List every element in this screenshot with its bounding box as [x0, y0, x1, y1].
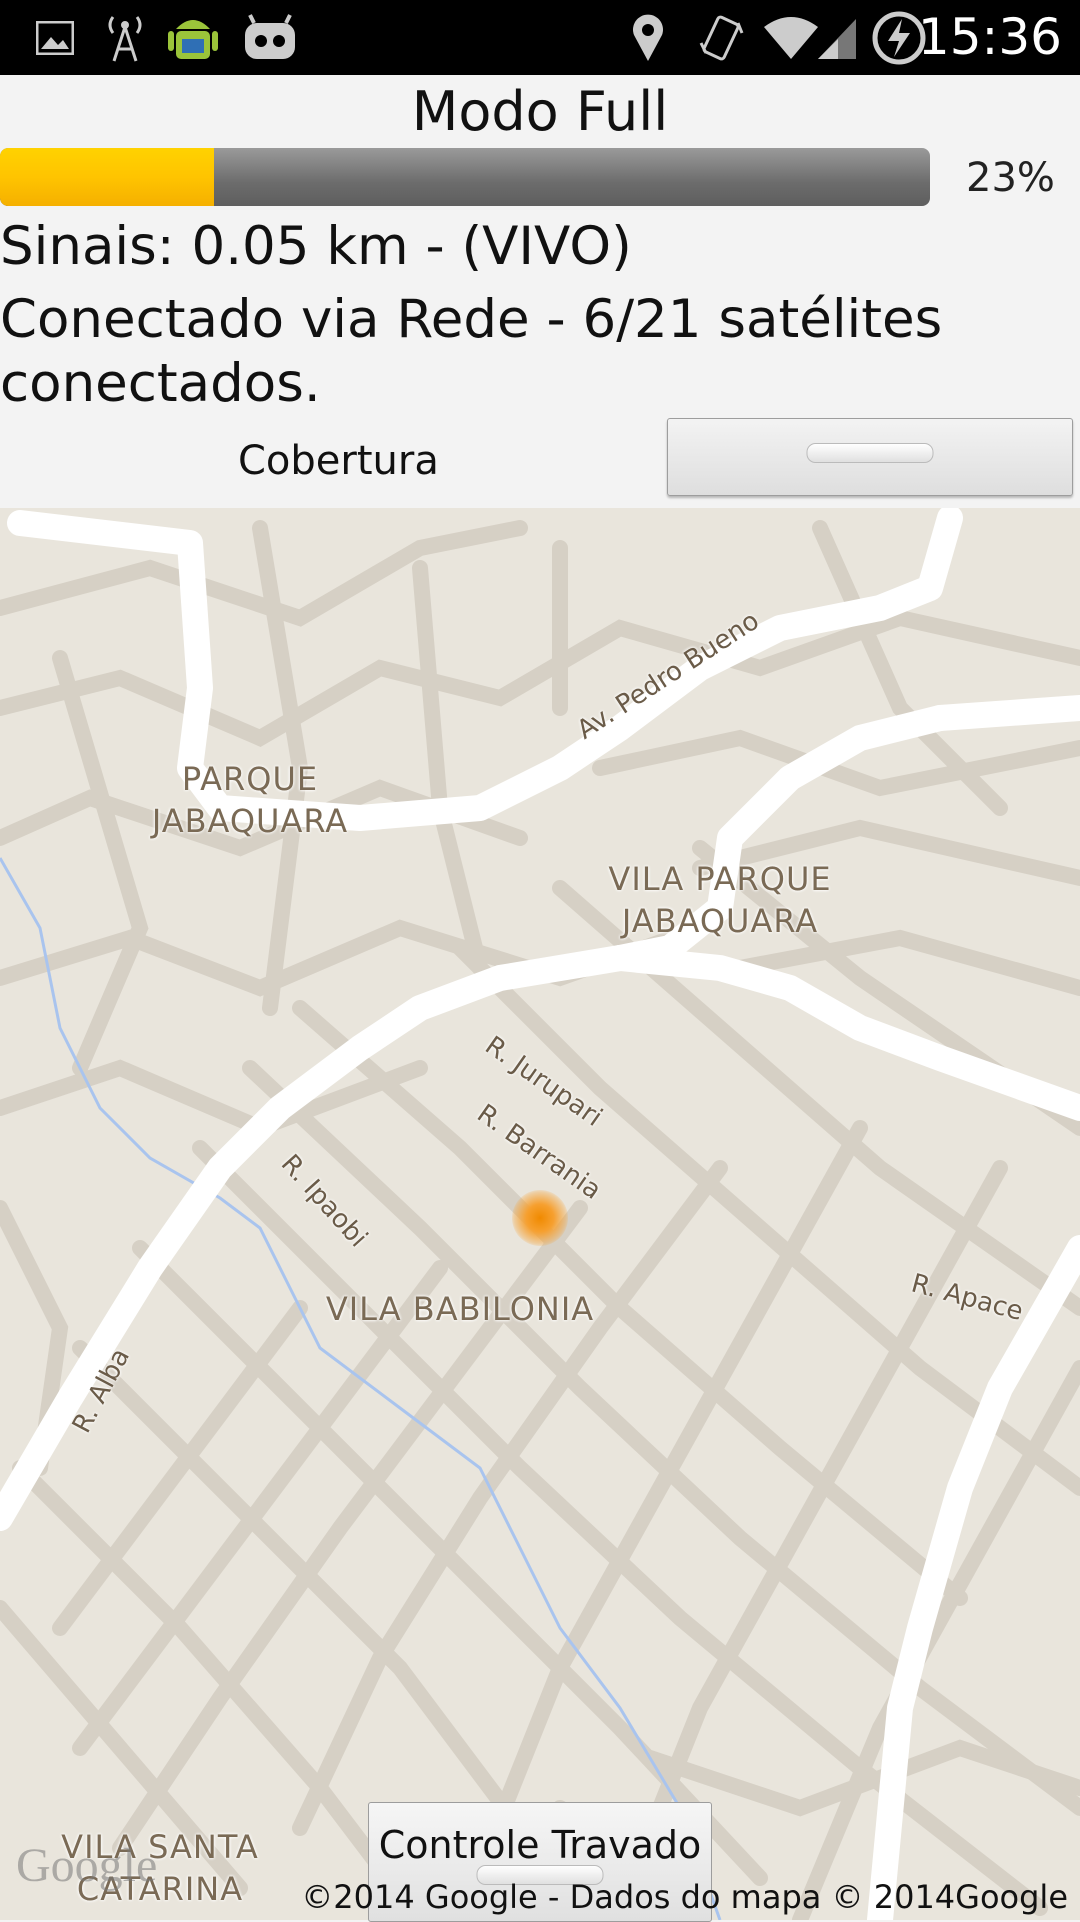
connection-status-text: Conectado via Rede - 6/21 satélites cone… [0, 289, 943, 414]
progress-percent: 23% [966, 155, 1055, 201]
location-icon [630, 0, 666, 75]
vibrate-icon [698, 0, 744, 75]
progress-bar [0, 148, 930, 206]
wifi-icon [762, 0, 820, 75]
locked-control-label: Controle Travado [378, 1823, 702, 1867]
google-logo: Google [16, 1839, 158, 1892]
toggle-handle [806, 443, 934, 463]
coverage-toggle-button[interactable] [667, 418, 1073, 496]
signal-distance-text: Sinais: 0.05 km - (VIVO) [0, 216, 632, 277]
status-bar: 15:36 [0, 0, 1080, 75]
map-copyright: ©2014 Google - Dados do mapa © 2014Googl… [301, 1878, 1068, 1916]
signal-icon [816, 0, 858, 75]
coverage-label: Cobertura [238, 438, 439, 484]
map-area-label: VILA PARQUE JABAQUARA [608, 860, 832, 940]
antenna-icon [104, 0, 146, 75]
cyanogen-icon [242, 0, 298, 75]
image-icon [36, 0, 74, 75]
page-title: Modo Full [411, 80, 669, 143]
android-icon [168, 0, 218, 75]
map-area-label: VILA BABILONIA [325, 1290, 595, 1328]
map-area-label: PARQUE JABAQUARA [151, 760, 349, 840]
progress-fill [0, 148, 214, 206]
clock: 15:36 [917, 8, 1062, 66]
location-marker [512, 1190, 568, 1246]
